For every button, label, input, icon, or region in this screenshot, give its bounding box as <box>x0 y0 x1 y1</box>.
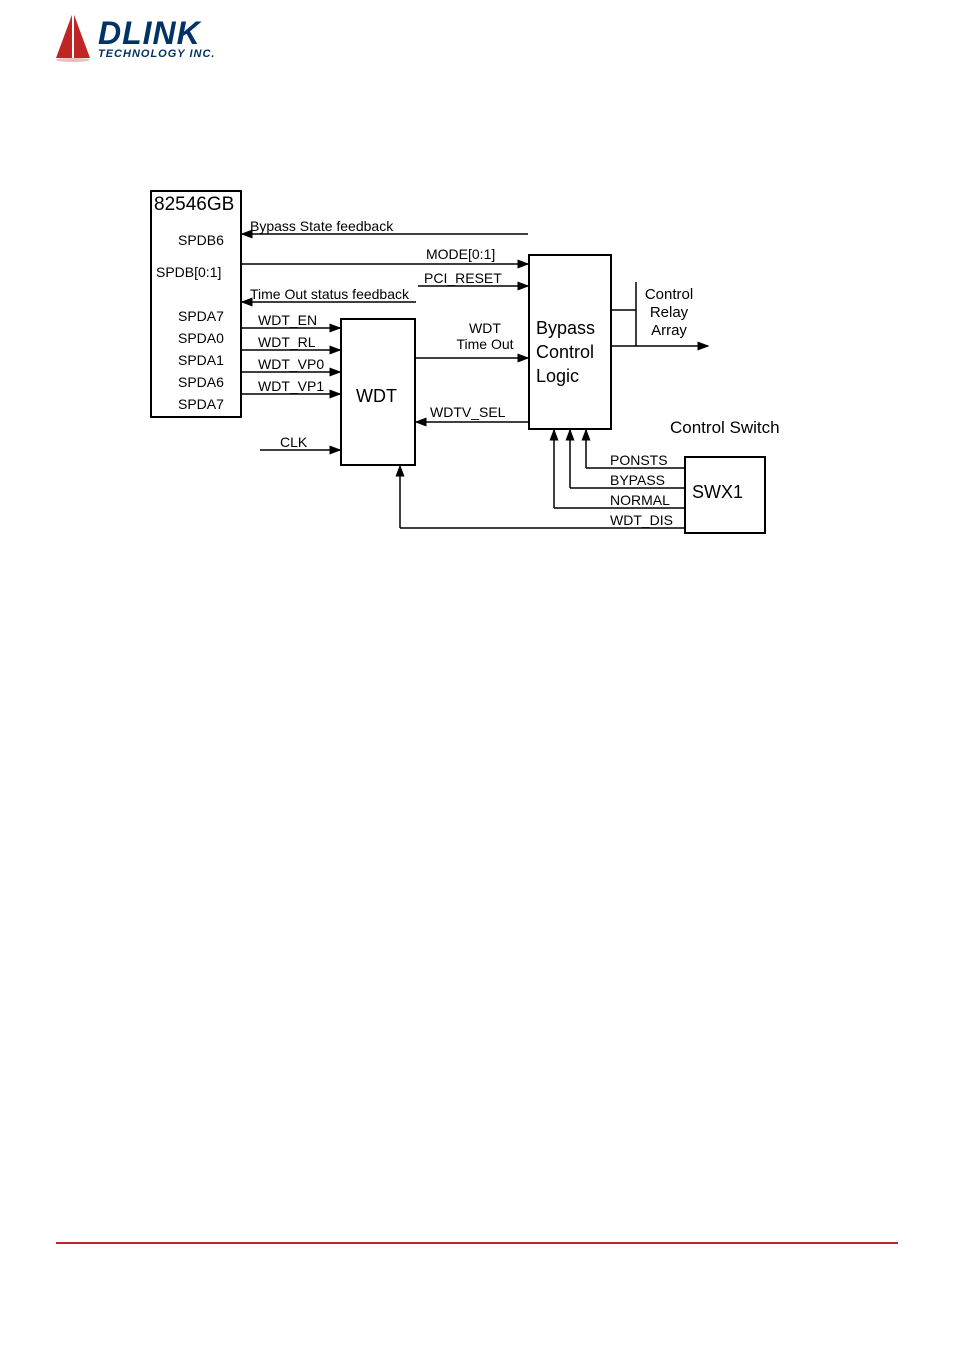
lbl-wdt-timeout: WDTTime Out <box>446 320 524 352</box>
pin-spda7: SPDA7 <box>178 308 224 324</box>
lbl-mode: MODE[0:1] <box>426 246 495 262</box>
wdt-title: WDT <box>356 386 397 407</box>
lbl-ponsts: PONSTS <box>610 452 668 468</box>
lbl-clk: CLK <box>280 434 307 450</box>
pin-spda1: SPDA1 <box>178 352 224 368</box>
lbl-wdt-vp1: WDT_VP1 <box>258 378 324 394</box>
lbl-wdtv-sel: WDTV_SEL <box>430 404 505 420</box>
lbl-ctrl-switch: Control Switch <box>670 418 780 438</box>
logo-sub-text: TECHNOLOGY INC. <box>98 48 215 60</box>
swx1-title: SWX1 <box>692 482 743 503</box>
chip-title: 82546GB <box>154 194 234 216</box>
lbl-relay-ctrl: ControlRelayArray <box>634 286 704 340</box>
pin-spdb6: SPDB6 <box>178 232 224 248</box>
logo-main-text: DLINK <box>98 15 215 52</box>
pin-spda7b: SPDA7 <box>178 396 224 412</box>
lbl-normal: NORMAL <box>610 492 670 508</box>
lbl-bypass-sig: BYPASS <box>610 472 665 488</box>
footer-divider <box>56 1242 898 1244</box>
lbl-wdt-dis: WDT_DIS <box>610 512 673 528</box>
logo-triangle-icon <box>52 10 94 64</box>
block-diagram: 82546GB SPDB6 SPDB[0:1] SPDA7 SPDA0 SPDA… <box>150 190 800 550</box>
lbl-wdt-vp0: WDT_VP0 <box>258 356 324 372</box>
logo: DLINK TECHNOLOGY INC. <box>52 10 215 64</box>
bypass-title-1: Bypass <box>536 318 595 339</box>
bypass-title-2: Control <box>536 342 594 363</box>
lbl-timeout-fb: Time Out status feedback <box>250 286 409 302</box>
pin-spdb01: SPDB[0:1] <box>156 264 221 280</box>
lbl-wdt-rl: WDT_RL <box>258 334 316 350</box>
pin-spda6: SPDA6 <box>178 374 224 390</box>
pin-spda0: SPDA0 <box>178 330 224 346</box>
lbl-bypass-fb: Bypass State feedback <box>250 218 393 234</box>
lbl-pci-reset: PCI_RESET <box>424 270 502 286</box>
bypass-title-3: Logic <box>536 366 579 387</box>
lbl-wdt-en: WDT_EN <box>258 312 317 328</box>
